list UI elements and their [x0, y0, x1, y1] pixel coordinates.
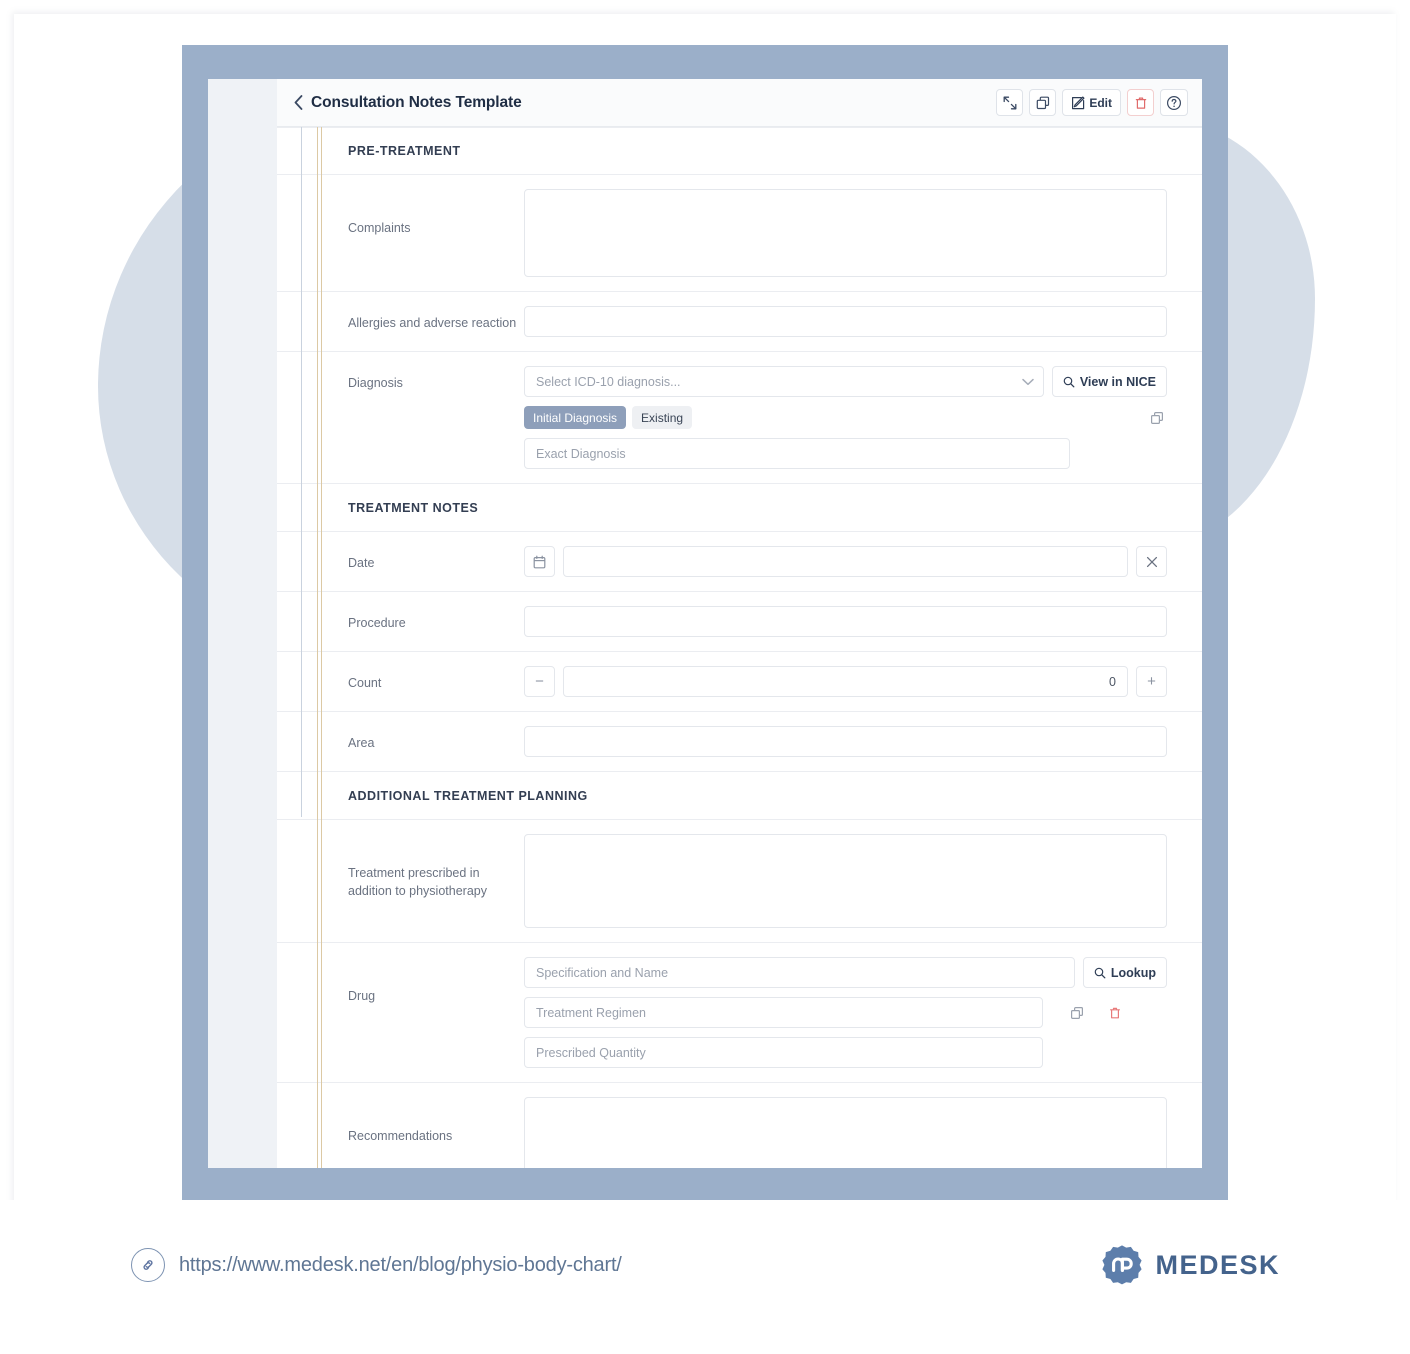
date-input[interactable]	[563, 546, 1128, 577]
procedure-input[interactable]	[524, 606, 1167, 637]
brand-name: MEDESK	[1155, 1249, 1280, 1280]
copy-icon	[1071, 1006, 1084, 1019]
label-allergies: Allergies and adverse reaction	[348, 316, 517, 330]
chevron-left-icon[interactable]	[291, 93, 305, 113]
count-decrement-button[interactable]: −	[524, 666, 555, 697]
view-in-nice-button[interactable]: View in NICE	[1051, 366, 1167, 397]
expand-arrows-icon	[1003, 96, 1017, 109]
delete-button[interactable]	[1127, 89, 1154, 116]
count-increment-button[interactable]: +	[1136, 666, 1167, 697]
medesk-badge-icon	[1101, 1244, 1143, 1286]
page-footer: https://www.medesk.net/en/blog/physio-bo…	[0, 1200, 1410, 1354]
count-field-row: − 0 +	[524, 666, 1167, 697]
exact-diagnosis-input[interactable]: Exact Diagnosis	[524, 438, 1070, 469]
row-count: Count − 0 +	[277, 652, 1202, 712]
icd10-select-value: Select ICD-10 diagnosis...	[536, 374, 681, 389]
source-url[interactable]: https://www.medesk.net/en/blog/physio-bo…	[179, 1254, 622, 1277]
section-header-additional-planning: ADDITIONAL TREATMENT PLANNING	[277, 772, 1202, 820]
allergies-input[interactable]	[524, 306, 1167, 337]
question-circle-icon	[1166, 95, 1182, 110]
close-icon	[1146, 556, 1157, 567]
page-title: Consultation Notes Template	[311, 93, 522, 111]
row-recommendations: Recommendations	[277, 1083, 1202, 1168]
tag-existing[interactable]: Existing	[632, 406, 693, 429]
calendar-icon	[533, 555, 546, 568]
row-allergies: Allergies and adverse reaction	[277, 292, 1202, 352]
duplicate-button[interactable]	[1029, 89, 1057, 116]
card-header: Consultation Notes Template Edit	[277, 79, 1202, 127]
label-procedure: Procedure	[348, 616, 406, 630]
header-actions: Edit	[996, 89, 1188, 116]
count-input[interactable]: 0	[563, 666, 1128, 697]
drug-lookup-button[interactable]: Lookup	[1082, 957, 1167, 988]
trash-icon	[1110, 1007, 1120, 1018]
search-icon	[1063, 376, 1075, 387]
link-icon	[131, 1248, 165, 1282]
label-count: Count	[348, 676, 382, 690]
row-treatment-prescribed: Treatment prescribed in addition to phys…	[277, 820, 1202, 943]
search-icon	[1094, 967, 1106, 978]
section-header-pre-treatment: PRE-TREATMENT	[277, 127, 1202, 175]
label-area: Area	[348, 736, 375, 750]
drug-quantity-input[interactable]: Prescribed Quantity	[524, 1037, 1043, 1068]
section-header-treatment-notes: TREATMENT NOTES	[277, 484, 1202, 532]
drug-delete-button[interactable]	[1105, 1003, 1125, 1023]
view-in-nice-label: View in NICE	[1079, 374, 1156, 389]
brand-logo: MEDESK	[1101, 1244, 1280, 1286]
area-input[interactable]	[524, 726, 1167, 757]
label-recommendations: Recommendations	[348, 1129, 453, 1143]
diagnosis-tag-row: Initial Diagnosis Existing	[524, 406, 1167, 429]
row-drug: Drug Specification and Name Lookup Treat…	[277, 943, 1202, 1083]
template-card: Consultation Notes Template Edit PRE-TRE…	[277, 79, 1202, 1168]
chevron-down-icon	[1022, 378, 1034, 386]
complaints-textarea[interactable]	[524, 189, 1167, 277]
label-drug: Drug	[348, 989, 376, 1003]
drug-spec-row: Specification and Name Lookup	[524, 957, 1167, 988]
trash-icon	[1135, 97, 1146, 109]
tag-initial-diagnosis[interactable]: Initial Diagnosis	[524, 406, 627, 429]
label-complaints: Complaints	[348, 221, 411, 235]
date-field-row	[524, 546, 1167, 577]
card-body: PRE-TREATMENT Complaints Allergies and a…	[277, 127, 1202, 1168]
edit-button[interactable]: Edit	[1062, 89, 1121, 116]
row-complaints: Complaints	[277, 175, 1202, 292]
edit-button-label: Edit	[1089, 95, 1112, 110]
diagnosis-select-row: Select ICD-10 diagnosis... View in NICE	[524, 366, 1167, 397]
recommendations-textarea[interactable]	[524, 1097, 1167, 1168]
pencil-edit-icon	[1072, 96, 1085, 109]
count-value: 0	[1109, 674, 1116, 689]
row-procedure: Procedure	[277, 592, 1202, 652]
row-area: Area	[277, 712, 1202, 772]
drug-duplicate-button[interactable]	[1067, 1003, 1087, 1023]
icd10-select[interactable]: Select ICD-10 diagnosis...	[524, 366, 1044, 397]
source-url-group: https://www.medesk.net/en/blog/physio-bo…	[131, 1248, 622, 1282]
clear-date-button[interactable]	[1136, 546, 1167, 577]
left-accent-rail-b	[321, 127, 322, 1168]
screenshot-root: Consultation Notes Template Edit PRE-TRE…	[0, 0, 1410, 1354]
expand-button[interactable]	[996, 89, 1024, 116]
treatment-prescribed-textarea[interactable]	[524, 834, 1167, 928]
label-date: Date	[348, 556, 375, 570]
calendar-picker-button[interactable]	[524, 546, 555, 577]
drug-regimen-row: Treatment Regimen	[524, 997, 1167, 1028]
drug-specification-input[interactable]: Specification and Name	[524, 957, 1075, 988]
copy-icon	[1036, 96, 1049, 109]
copy-icon	[1151, 411, 1164, 424]
diagnosis-duplicate-button[interactable]	[1147, 408, 1167, 428]
help-button[interactable]	[1160, 89, 1188, 116]
drug-regimen-input[interactable]: Treatment Regimen	[524, 997, 1043, 1028]
row-diagnosis: Diagnosis Select ICD-10 diagnosis... Vie…	[277, 352, 1202, 484]
row-date: Date	[277, 532, 1202, 592]
drug-lookup-label: Lookup	[1110, 965, 1156, 980]
label-treatment-prescribed: Treatment prescribed in addition to phys…	[348, 866, 487, 898]
left-gray-rail	[301, 127, 302, 817]
left-accent-rail-a	[317, 127, 318, 1168]
label-diagnosis: Diagnosis	[348, 376, 403, 390]
